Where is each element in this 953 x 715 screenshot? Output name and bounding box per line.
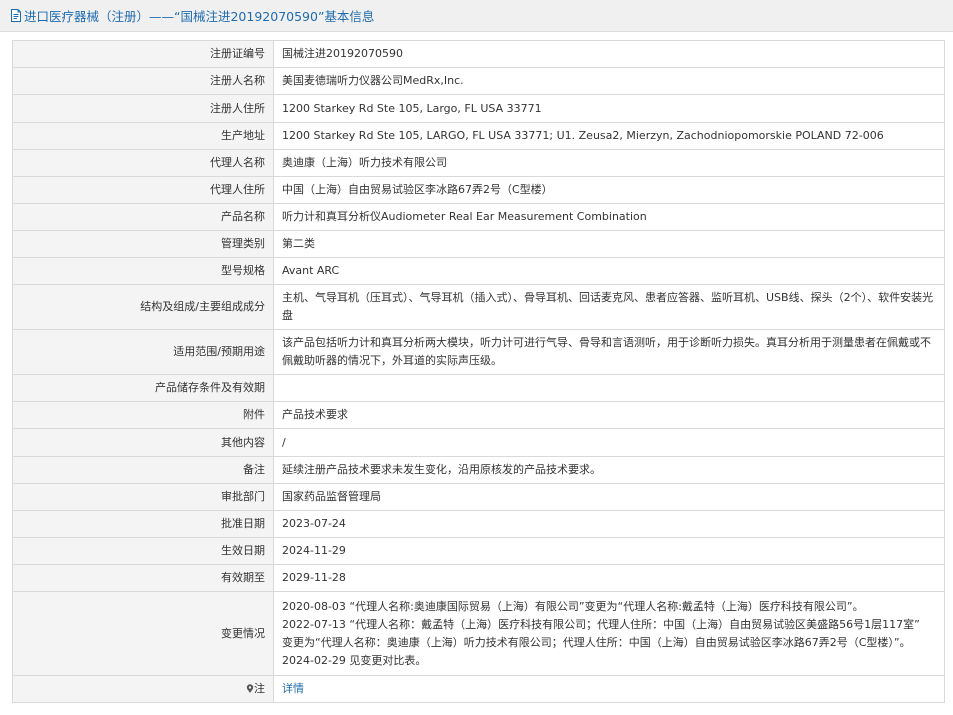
row-value: 该产品包括听力计和真耳分析两大模块，听力计可进行气导、骨导和言语测听，用于诊断听… [273,329,945,375]
table-row: 有效期至 2029-11-28 [12,564,945,592]
table-row: 生产地址 1200 Starkey Rd Ste 105, LARGO, FL U… [12,122,945,150]
table-row: 批准日期 2023-07-24 [12,510,945,538]
info-table: 注册证编号 国械注进20192070590 注册人名称 美国麦德瑞听力仪器公司MedR… [12,40,945,703]
table-row: 注册人名称 美国麦德瑞听力仪器公司MedRx,Inc. [12,67,945,95]
table-row: 产品储存条件及有效期 [12,374,945,402]
table-row: 附件 产品技术要求 [12,401,945,429]
row-label: 其他内容 [12,428,274,457]
table-row: 备注 延续注册产品技术要求未发生变化，沿用原核发的产品技术要求。 [12,456,945,484]
row-label: 适用范围/预期用途 [12,329,274,375]
table-row: 生效日期 2024-11-29 [12,537,945,565]
table-row: 产品名称 听力计和真耳分析仪Audiometer Real Ear Measure… [12,203,945,231]
row-value: 美国麦德瑞听力仪器公司MedRx,Inc. [273,67,945,95]
row-label: 注册人名称 [12,67,274,95]
table-row: 注册证编号 国械注进20192070590 [12,40,945,68]
table-row: 其他内容 / [12,428,945,457]
table-row: 结构及组成/主要组成成分 主机、气导耳机（压耳式）、气导耳机（插入式）、骨导耳机、… [12,284,945,330]
table-row: 适用范围/预期用途 该产品包括听力计和真耳分析两大模块，听力计可进行气导、骨导和言… [12,329,945,375]
row-value: 2029-11-28 [273,564,945,592]
page-header: 进口医疗器械（注册）——“国械注进20192070590”基本信息 [0,0,953,32]
table-row-note: 注 详情 [12,675,945,703]
row-label: 型号规格 [12,257,274,285]
row-label: 注册人住所 [12,94,274,123]
row-label: 备注 [12,456,274,484]
row-value: 主机、气导耳机（压耳式）、气导耳机（插入式）、骨导耳机、回话麦克风、患者应答器、… [273,284,945,330]
document-icon [10,9,22,22]
row-value: 延续注册产品技术要求未发生变化，沿用原核发的产品技术要求。 [273,456,945,484]
row-label: 注册证编号 [12,40,274,68]
row-value: 1200 Starkey Rd Ste 105, Largo, FL USA 3… [273,94,945,123]
row-value: 1200 Starkey Rd Ste 105, LARGO, FL USA 3… [273,122,945,150]
row-label: 代理人名称 [12,149,274,177]
table-row: 型号规格 Avant ARC [12,257,945,285]
table-row: 管理类别 第二类 [12,230,945,258]
table-row: 注册人住所 1200 Starkey Rd Ste 105, Largo, FL … [12,94,945,123]
row-label: 附件 [12,401,274,429]
row-value: / [273,428,945,457]
change-line: 变更为“代理人名称：奥迪康（上海）听力技术有限公司；代理人住所：中国（上海）自由… [282,635,911,649]
row-value: 2023-07-24 [273,510,945,538]
table-row: 审批部门 国家药品监督管理局 [12,483,945,511]
note-label: 注 [254,682,265,695]
row-value: 产品技术要求 [273,401,945,429]
row-label: 代理人住所 [12,176,274,204]
row-value: 奥迪康（上海）听力技术有限公司 [273,149,945,177]
row-value: 2024-11-29 [273,537,945,565]
pin-icon [246,681,254,693]
row-value [273,374,945,402]
page-title: 进口医疗器械（注册）——“国械注进20192070590”基本信息 [24,9,375,24]
row-label: 产品储存条件及有效期 [12,374,274,402]
row-value: 听力计和真耳分析仪Audiometer Real Ear Measurement… [273,203,945,231]
row-label: 产品名称 [12,203,274,231]
change-line: 2022-07-13 “代理人名称：戴孟特（上海）医疗科技有限公司；代理人住所：… [282,617,920,631]
row-label: 管理类别 [12,230,274,258]
row-value: 第二类 [273,230,945,258]
row-value: 国家药品监督管理局 [273,483,945,511]
row-value: 国械注进20192070590 [273,40,945,68]
change-line: 2020-08-03 “代理人名称:奥迪康国际贸易（上海）有限公司”变更为“代理… [282,599,864,613]
row-value: 中国（上海）自由贸易试验区李冰路67弄2号（C型楼） [273,176,945,204]
change-line: 2024-02-29 见变更对比表。 [282,653,427,667]
table-row-changes: 变更情况 2020-08-03 “代理人名称:奥迪康国际贸易（上海）有限公司”变… [12,591,945,676]
row-label: 生产地址 [12,122,274,150]
change-history: 2020-08-03 “代理人名称:奥迪康国际贸易（上海）有限公司”变更为“代理… [273,591,945,676]
row-label: 生效日期 [12,537,274,565]
row-label: 审批部门 [12,483,274,511]
details-link[interactable]: 详情 [282,682,304,695]
row-label: 有效期至 [12,564,274,592]
row-label: 结构及组成/主要组成成分 [12,284,274,330]
row-value-note: 详情 [273,675,945,703]
table-row: 代理人住所 中国（上海）自由贸易试验区李冰路67弄2号（C型楼） [12,176,945,204]
table-row: 代理人名称 奥迪康（上海）听力技术有限公司 [12,149,945,177]
row-label: 批准日期 [12,510,274,538]
row-value: Avant ARC [273,257,945,285]
row-label-note: 注 [12,675,274,703]
row-label: 变更情况 [12,591,274,676]
